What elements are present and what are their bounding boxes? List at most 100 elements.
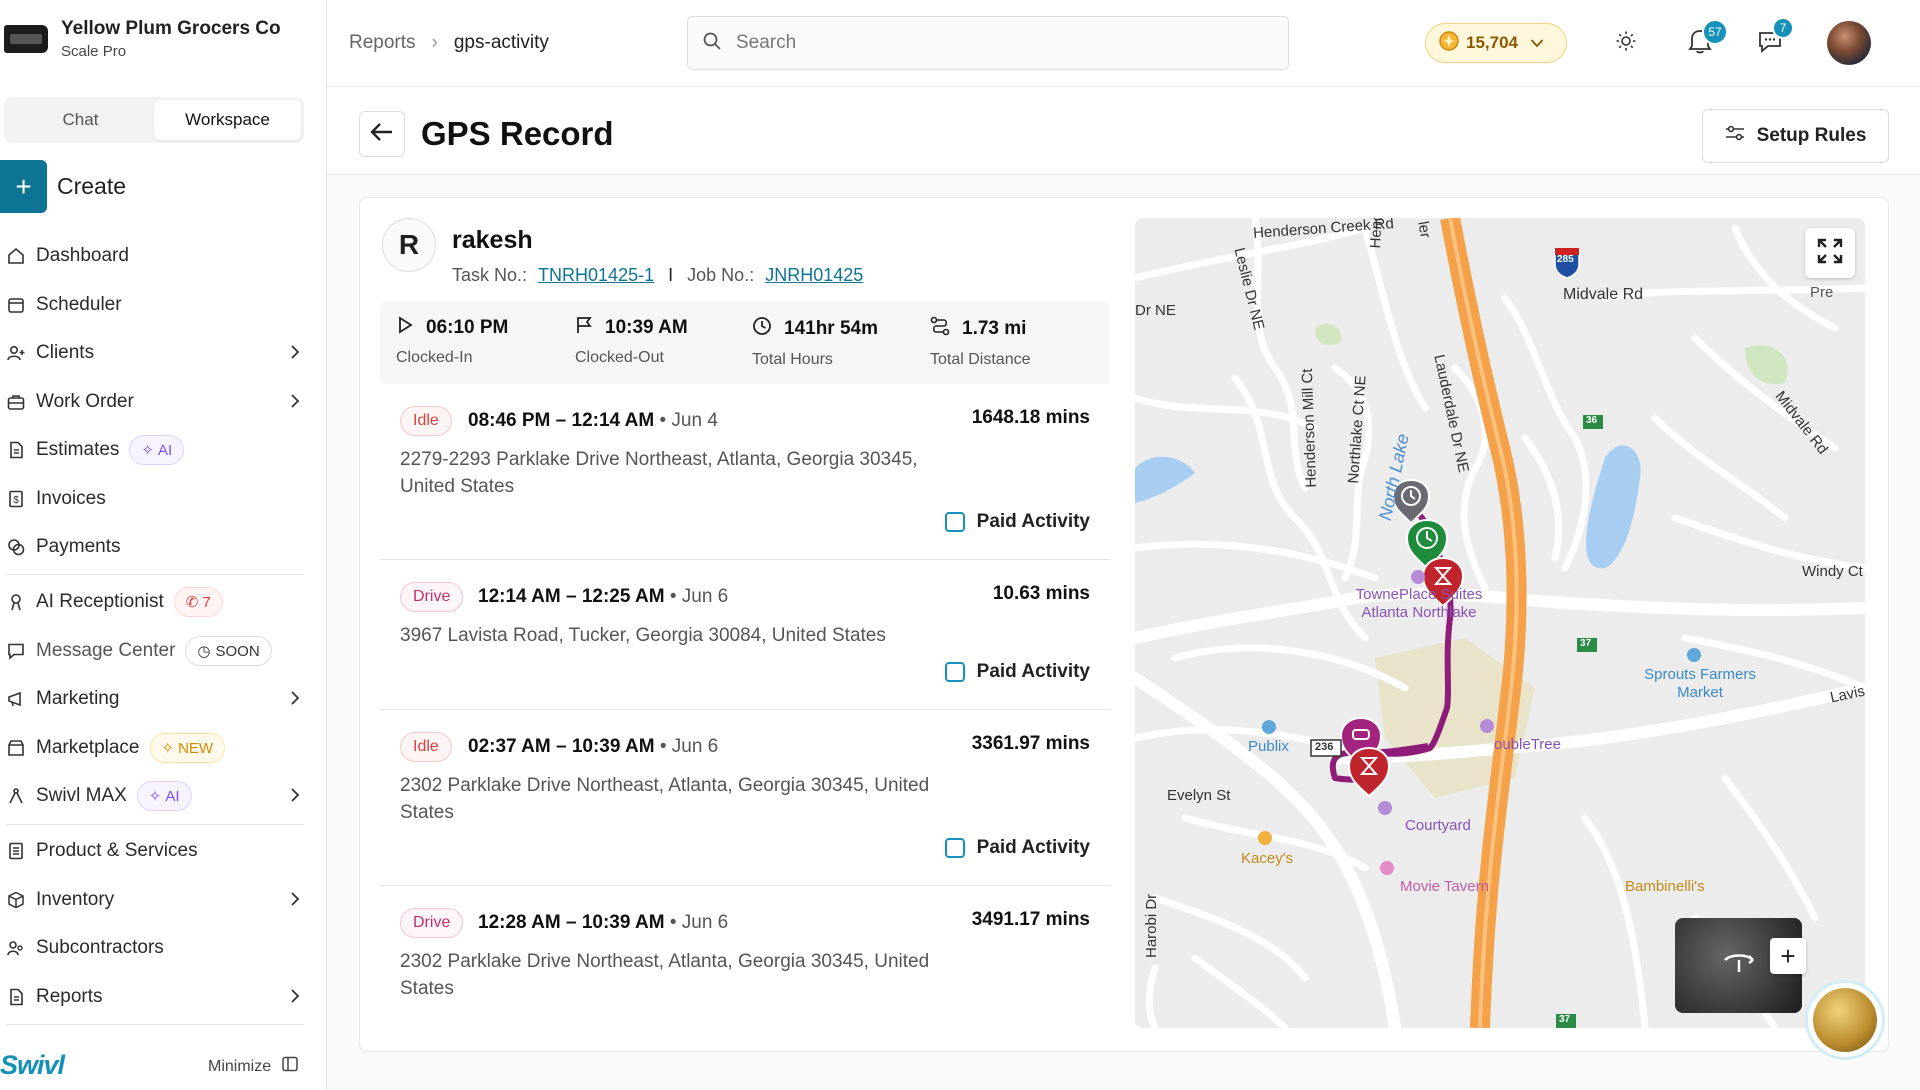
chevron-right-icon (290, 689, 300, 713)
rotate-icon (1721, 952, 1757, 979)
workspace-tab[interactable]: Workspace (154, 100, 301, 140)
page-title: GPS Record (421, 115, 614, 152)
sidebar-item-inventory[interactable]: Inventory (6, 882, 304, 918)
sidebar-item-work-order[interactable]: Work Order (6, 384, 304, 420)
sidebar-item-dashboard[interactable]: Dashboard (6, 238, 304, 274)
stat-value: 1.73 mi (962, 318, 1027, 339)
activity-type-badge: Idle (400, 406, 452, 436)
checkbox-box[interactable] (944, 838, 965, 858)
users-icon (6, 938, 26, 958)
map-label: Sprouts Farmers Market (1644, 666, 1756, 701)
map-label: Henders (1367, 218, 1387, 249)
sidebar-item-products[interactable]: Product & Services (6, 833, 304, 869)
job-number-link[interactable]: JNRH01425 (765, 265, 863, 285)
mode-switch: Chat Workspace (4, 97, 304, 143)
activity-address: 2279-2293 Parklake Drive Northeast, Atla… (400, 449, 918, 497)
badge-label: 7 (202, 593, 211, 611)
activity-time: 12:14 AM – 12:25 AM • Jun 6 (478, 586, 728, 608)
setup-rules-button[interactable]: Setup Rules (1702, 109, 1889, 163)
breadcrumb-current: gps-activity (453, 32, 549, 53)
route-map[interactable]: Henderson Creek Rd Henders ler Dr NE Les… (1135, 218, 1865, 1028)
stat-total-hours: 141hr 54m Total Hours (752, 316, 878, 369)
sidebar-item-label: Dashboard (36, 245, 129, 266)
assistant-orb-button[interactable] (1805, 980, 1885, 1060)
workspace-switcher[interactable]: Yellow Plum Grocers Co Scale Pro (4, 18, 281, 60)
map-label: Windy Ct (1802, 563, 1863, 580)
clock-icon (752, 316, 778, 342)
stat-clocked-in: 06:10 PM Clocked-In (396, 316, 508, 367)
map-label: Evelyn St (1167, 787, 1231, 804)
route-label: 285 (1557, 254, 1574, 265)
checkbox-box[interactable] (944, 512, 965, 532)
activity-item[interactable]: Idle 02:37 AM – 10:39 AM • Jun 6 3361.97… (380, 710, 1110, 886)
notifications-button[interactable]: 57 (1682, 19, 1728, 61)
paid-activity-checkbox[interactable]: Paid Activity (944, 511, 1090, 533)
badge-label: NEW (178, 739, 214, 757)
assistant-orb-icon (1813, 988, 1877, 1052)
create-button[interactable]: + Create (0, 160, 126, 213)
new-badge: ✧ NEW (149, 733, 226, 763)
activity-type-badge: Idle (400, 732, 452, 762)
report-icon (6, 987, 26, 1007)
task-number-link[interactable]: TNRH01425-1 (538, 265, 654, 285)
page-header: GPS Record Setup Rules (327, 87, 1920, 175)
sidebar-item-label: Product & Services (36, 840, 198, 861)
sliders-icon (1725, 124, 1745, 148)
sidebar-item-message-center[interactable]: Message Center ◷ SOON (6, 633, 304, 669)
map-label: Pre (1810, 284, 1834, 301)
sidebar-item-marketing[interactable]: Marketing (6, 681, 304, 717)
paid-activity-checkbox[interactable]: Paid Activity (944, 661, 1090, 683)
map-label: ler (1414, 220, 1434, 240)
coin-icon (1438, 30, 1460, 57)
fullscreen-button[interactable] (1805, 228, 1855, 278)
company-logo (4, 25, 48, 53)
activity-item[interactable]: Drive 12:28 AM – 10:39 AM • Jun 6 3491.1… (380, 886, 1110, 1051)
sidebar-item-subcontractors[interactable]: Subcontractors (6, 930, 304, 966)
sidebar-item-label: Marketplace (36, 737, 140, 758)
activity-duration: 1648.18 mins (971, 407, 1090, 428)
chevron-down-icon (1530, 33, 1544, 53)
sidebar-item-reports[interactable]: Reports (6, 979, 304, 1015)
sidebar: Yellow Plum Grocers Co Scale Pro Chat Wo… (0, 0, 327, 1090)
sidebar-item-swivl-max[interactable]: Swivl MAX ✧ AI (6, 778, 304, 814)
credits-badge[interactable]: 15,704 (1425, 23, 1567, 63)
activity-item[interactable]: Idle 08:46 PM – 12:14 AM • Jun 4 1648.18… (380, 384, 1110, 560)
theme-toggle-button[interactable] (1608, 25, 1644, 61)
paid-activity-checkbox[interactable]: Paid Activity (944, 837, 1090, 859)
stat-value: 141hr 54m (784, 318, 879, 339)
task-job-line: Task No.: TNRH01425-1 I Job No.: JNRH014… (452, 265, 863, 286)
map-label: Bambinelli's (1625, 878, 1705, 895)
sidebar-item-ai-receptionist[interactable]: AI Receptionist ✆ 7 (6, 584, 304, 620)
zoom-in-button[interactable]: + (1770, 938, 1806, 974)
search-input[interactable]: Search (687, 16, 1289, 70)
badge-label: SOON (215, 642, 260, 660)
sidebar-item-clients[interactable]: Clients (6, 335, 304, 371)
breadcrumb-reports-link[interactable]: Reports (349, 32, 416, 54)
user-avatar[interactable] (1827, 21, 1871, 65)
sidebar-item-invoices[interactable]: $ Invoices (6, 481, 304, 517)
paid-activity-label: Paid Activity (976, 511, 1090, 532)
minimize-button[interactable]: Minimize (208, 1055, 299, 1078)
home-icon (6, 246, 26, 266)
back-button[interactable] (359, 111, 405, 157)
soon-badge: ◷ SOON (185, 636, 272, 666)
messages-button[interactable]: 7 (1752, 17, 1794, 61)
sidebar-item-label: Inventory (36, 889, 115, 910)
sidebar-item-payments[interactable]: Payments (6, 529, 304, 565)
chat-tab[interactable]: Chat (7, 100, 154, 140)
sidebar-item-label: Marketing (36, 688, 120, 709)
chevron-right-icon (290, 890, 300, 914)
checkbox-box[interactable] (944, 662, 965, 682)
sidebar-item-marketplace[interactable]: Marketplace ✧ NEW (6, 730, 304, 766)
sparkle-icon: ✧ (148, 788, 162, 805)
activity-item[interactable]: Drive 12:14 AM – 12:25 AM • Jun 6 10.63 … (380, 560, 1110, 710)
map-canvas[interactable] (1135, 218, 1865, 1028)
map-label: Dr NE (1135, 302, 1176, 319)
sidebar-item-scheduler[interactable]: Scheduler (6, 287, 304, 323)
sidebar-item-estimates[interactable]: Estimates ✧ AI (6, 432, 304, 468)
activity-time-range: 12:28 AM – 10:39 AM (478, 912, 665, 933)
task-number-label: Task No.: (452, 265, 528, 285)
hotel-poi-icon (1411, 570, 1425, 584)
activity-time-range: 02:37 AM – 10:39 AM (468, 736, 655, 757)
breadcrumb-separator-icon: › (431, 32, 438, 53)
